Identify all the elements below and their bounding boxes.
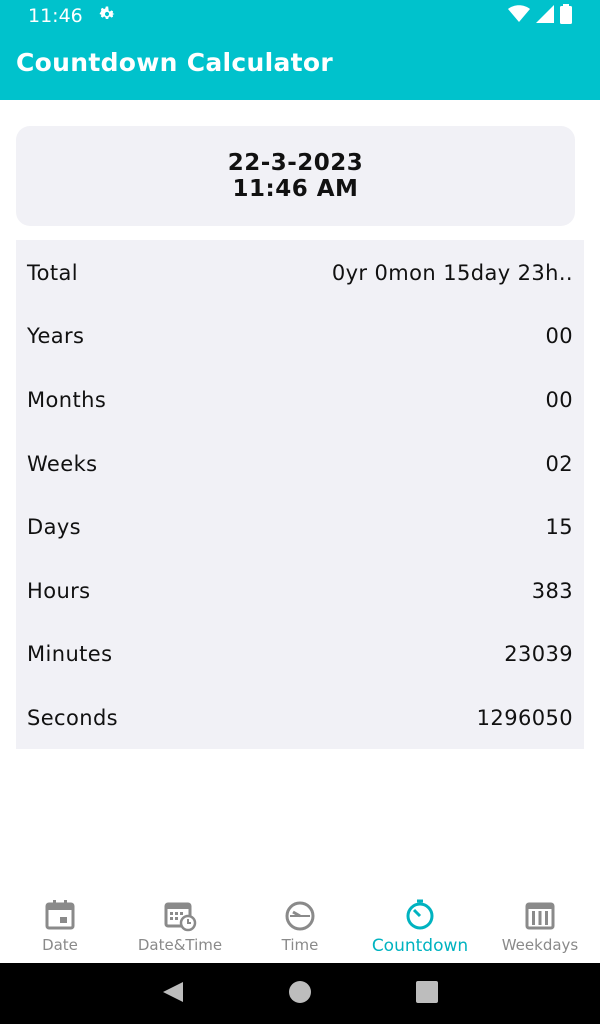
page-title: Countdown Calculator [16,48,334,77]
result-label: Weeks [27,452,98,476]
wifi-icon [508,4,530,28]
result-label: Hours [27,579,91,603]
weekdays-icon [525,902,555,930]
home-icon[interactable] [288,980,312,1008]
result-row-total: Total 0yr 0mon 15day 23h.. [16,253,584,293]
result-row-days: Days 15 [16,507,584,547]
result-value: 00 [545,388,573,412]
bottom-nav: Date Date&Time Time Countdown Weekdays [0,890,600,963]
result-value: 02 [545,452,573,476]
results-panel: Total 0yr 0mon 15day 23h.. Years 00 Mont… [16,240,584,749]
status-bar: 11:46 [0,0,600,32]
result-row-weeks: Weeks 02 [16,444,584,484]
result-label: Total [27,261,79,285]
nav-item-countdown[interactable]: Countdown [360,890,480,963]
result-row-seconds: Seconds 1296050 [16,698,584,738]
result-row-minutes: Minutes 23039 [16,634,584,674]
selected-time: 11:46 AM [232,176,359,202]
date-card[interactable]: 22-3-2023 11:46 AM [16,126,575,226]
result-label: Years [27,324,85,348]
nav-item-time[interactable]: Time [240,890,360,963]
result-label: Minutes [27,642,113,666]
timer-icon [406,899,434,930]
system-nav-bar [0,963,600,1024]
clock-icon [285,901,315,931]
signal-icon [536,4,554,28]
nav-label: Date&Time [137,936,223,954]
nav-label: Date [42,936,78,954]
nav-item-date-time[interactable]: Date&Time [120,890,240,963]
result-value: 15 [545,515,573,539]
result-row-months: Months 00 [16,380,584,420]
result-label: Months [27,388,107,412]
status-time: 11:46 [28,5,83,27]
nav-item-date[interactable]: Date [0,890,120,963]
nav-label: Countdown [371,936,469,956]
result-value: 0yr 0mon 15day 23h.. [331,261,573,285]
result-value: 383 [531,579,573,603]
result-label: Seconds [27,706,119,730]
calendar-icon [45,900,75,930]
result-value: 00 [545,324,573,348]
result-row-hours: Hours 383 [16,571,584,611]
result-label: Days [27,515,82,539]
result-value: 1296050 [476,706,573,730]
nav-label: Time [281,936,319,954]
selected-date: 22-3-2023 [227,150,364,176]
nav-item-weekdays[interactable]: Weekdays [480,890,600,963]
nav-label: Weekdays [501,936,579,954]
calendar-clock-icon [164,902,197,932]
back-icon[interactable] [161,980,185,1008]
result-row-years: Years 00 [16,316,584,356]
recents-icon[interactable] [415,980,439,1008]
battery-icon [560,3,572,29]
result-value: 23039 [504,642,573,666]
gear-icon [97,4,117,29]
